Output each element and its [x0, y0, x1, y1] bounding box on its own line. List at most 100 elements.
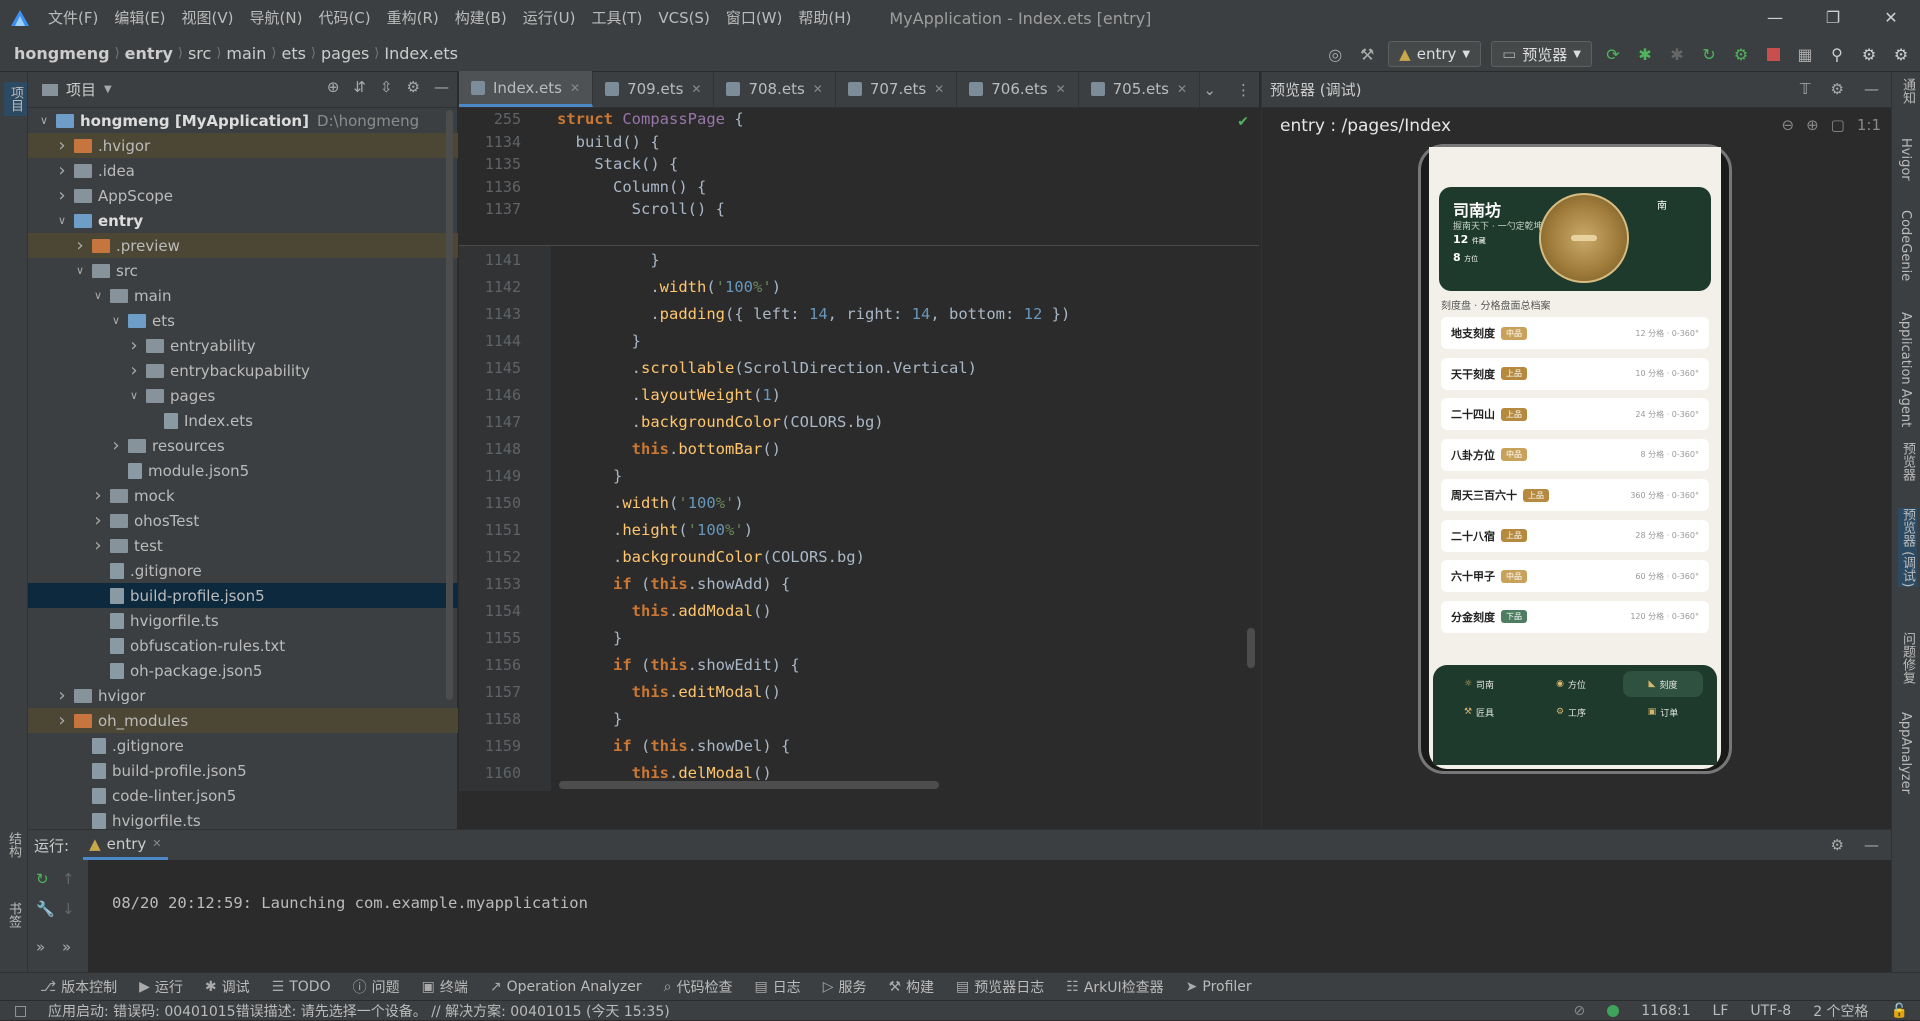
chevron-down-icon[interactable]: ∨: [108, 314, 124, 327]
bookmarks-tool-tab[interactable]: 书签: [4, 902, 23, 928]
bottom-tool-button[interactable]: ⓘ 问题: [353, 977, 400, 997]
dial-list-item[interactable]: 地支刻度 中品 12 分格 · 0-360°: [1441, 317, 1709, 349]
hide-panel-icon[interactable]: —: [1864, 836, 1879, 854]
dial-list-item[interactable]: 分金刻度 下品 120 分格 · 0-360°: [1441, 600, 1709, 633]
tree-item[interactable]: hvigorfile.ts: [28, 608, 458, 633]
tree-item[interactable]: › oh_modules: [28, 708, 458, 733]
code-line[interactable]: 1142 .width('100%'): [459, 273, 1259, 300]
tree-item[interactable]: ∨ hongmeng [MyApplication] D:\hongmeng: [28, 108, 458, 133]
settings-icon[interactable]: ⚙: [1831, 836, 1844, 854]
bottom-tool-button[interactable]: ↗ Operation Analyzer: [490, 979, 642, 995]
tree-item[interactable]: code-linter.json5: [28, 783, 458, 808]
code-line[interactable]: 1153 if (this.showAdd) {: [459, 570, 1259, 597]
chevron-down-icon[interactable]: ∨: [36, 114, 52, 127]
lock-icon[interactable]: 🔓: [1891, 1003, 1908, 1019]
bottom-tool-button[interactable]: ➤ Profiler: [1186, 979, 1252, 995]
code-line[interactable]: 1134 build() {: [459, 131, 1259, 154]
sticky-scroll-context[interactable]: 255 struct CompassPage {1134 build() {113…: [459, 108, 1259, 246]
tree-item[interactable]: › resources: [28, 433, 458, 458]
code-line[interactable]: 1147 .backgroundColor(COLORS.bg): [459, 408, 1259, 435]
issue-fix-tool-tab[interactable]: 问题修复: [1898, 632, 1917, 684]
bottom-nav-item[interactable]: ◣ 刻度: [1623, 671, 1703, 697]
bottom-tool-button[interactable]: ▤ 日志: [754, 977, 800, 997]
code-line[interactable]: 1135 Stack() {: [459, 153, 1259, 176]
dial-list-item[interactable]: 八卦方位 中品 8 分格 · 0-360°: [1441, 438, 1709, 471]
code-line[interactable]: 1137 Scroll() {: [459, 198, 1259, 221]
menu-item[interactable]: 帮助(H): [790, 0, 859, 36]
chevron-right-icon[interactable]: ›: [54, 685, 70, 706]
scroll-up-icon[interactable]: ↑: [62, 870, 75, 888]
editor-tab[interactable]: 708.ets ✕: [714, 71, 836, 107]
tree-item[interactable]: › .hvigor: [28, 133, 458, 158]
chevron-right-icon[interactable]: ›: [54, 710, 70, 731]
fit-screen-icon[interactable]: ▢: [1831, 116, 1845, 134]
run-config-tab[interactable]: ▲ entry ✕: [83, 830, 168, 860]
status-message[interactable]: 应用启动: 错误码: 00401015错误描述: 请先选择一个设备。 // 解决…: [0, 1001, 670, 1021]
breadcrumb-item[interactable]: ets: [281, 44, 305, 63]
editor-tab[interactable]: Index.ets ✕: [459, 71, 594, 107]
tree-item[interactable]: Index.ets: [28, 408, 458, 433]
debug-icon[interactable]: ✱: [1634, 43, 1656, 65]
breadcrumb-item[interactable]: main: [226, 44, 266, 63]
chevron-right-icon[interactable]: ›: [54, 160, 70, 181]
close-tab-icon[interactable]: ✕: [1177, 82, 1187, 96]
code-line[interactable]: 1149 }: [459, 462, 1259, 489]
hide-panel-icon[interactable]: —: [434, 78, 449, 96]
menu-item[interactable]: 编辑(E): [106, 0, 173, 36]
menu-item[interactable]: 工具(T): [583, 0, 650, 36]
chevron-down-icon[interactable]: ▼: [104, 84, 112, 95]
more-options-icon[interactable]: ⋮: [1236, 81, 1251, 99]
bottom-tool-button[interactable]: ⌕ 代码检查: [664, 977, 733, 997]
breadcrumb-item[interactable]: entry: [125, 44, 173, 63]
application-agent-tool-tab[interactable]: Application Agent: [1898, 312, 1913, 427]
zoom-out-icon[interactable]: ⊖: [1782, 116, 1795, 134]
file-encoding[interactable]: UTF-8: [1750, 1003, 1791, 1019]
codegenie-tool-tab[interactable]: CodeGenie: [1898, 210, 1913, 281]
bottom-tool-button[interactable]: ☷ ArkUI检查器: [1066, 977, 1163, 997]
tree-item[interactable]: ∨ entry: [28, 208, 458, 233]
tree-item[interactable]: ∨ main: [28, 283, 458, 308]
chevron-down-icon[interactable]: ∨: [72, 264, 88, 277]
module-select[interactable]: ▲ entry ▼: [1388, 41, 1482, 67]
bottom-tool-button[interactable]: ▷ 服务: [823, 977, 867, 997]
caret-position[interactable]: 1168:1: [1641, 1003, 1690, 1019]
notifications-tool-tab[interactable]: 通知: [1898, 78, 1917, 104]
tree-item[interactable]: › entryability: [28, 333, 458, 358]
close-tab-icon[interactable]: ✕: [152, 837, 161, 850]
chevron-right-icon[interactable]: ›: [54, 135, 70, 156]
bottom-tool-button[interactable]: ▶ 运行: [139, 977, 183, 997]
tree-item[interactable]: obfuscation-rules.txt: [28, 633, 458, 658]
tree-item[interactable]: oh-package.json5: [28, 658, 458, 683]
chevron-down-icon[interactable]: ∨: [126, 389, 142, 402]
code-line[interactable]: 1144 }: [459, 327, 1259, 354]
locate-icon[interactable]: ◎: [1324, 43, 1346, 65]
code-line[interactable]: 1152 .backgroundColor(COLORS.bg): [459, 543, 1259, 570]
code-line[interactable]: 1146 .layoutWeight(1): [459, 381, 1259, 408]
compass-dial-image[interactable]: [1539, 193, 1629, 283]
chevron-right-icon[interactable]: ›: [108, 435, 124, 456]
tree-item[interactable]: ∨ pages: [28, 383, 458, 408]
tree-item[interactable]: build-profile.json5: [28, 583, 458, 608]
tree-item[interactable]: › .preview: [28, 233, 458, 258]
project-structure-icon[interactable]: ▦: [1794, 43, 1816, 65]
code-line[interactable]: 1151 .height('100%'): [459, 516, 1259, 543]
bottom-tool-button[interactable]: ☰ TODO: [272, 979, 331, 995]
code-line[interactable]: 1157 this.editModal(): [459, 678, 1259, 705]
close-tab-icon[interactable]: ✕: [813, 82, 823, 96]
minimize-button[interactable]: —: [1746, 0, 1804, 36]
breadcrumb-item[interactable]: pages: [321, 44, 369, 63]
tree-item[interactable]: build-profile.json5: [28, 758, 458, 783]
editor-tab[interactable]: 705.ets ✕: [1079, 71, 1201, 107]
close-tab-icon[interactable]: ✕: [691, 82, 701, 96]
hide-panel-icon[interactable]: —: [1864, 80, 1879, 98]
collapse-all-icon[interactable]: ⇳: [380, 78, 393, 96]
menu-item[interactable]: 窗口(W): [718, 0, 791, 36]
menu-item[interactable]: 运行(U): [515, 0, 584, 36]
close-tab-icon[interactable]: ✕: [570, 81, 580, 95]
hvigor-tool-tab[interactable]: Hvigor: [1898, 138, 1913, 181]
device-screen[interactable]: 司南坊 握南天下 · 一勺定乾坤 12 件藏 8 方位 南 刻度盘 · 分格盘面…: [1429, 147, 1721, 769]
breadcrumb-item[interactable]: src: [188, 44, 211, 63]
code-line[interactable]: 1136 Column() {: [459, 176, 1259, 199]
chevron-down-icon[interactable]: ⌄: [1203, 81, 1216, 99]
code-line[interactable]: 255 struct CompassPage {: [459, 108, 1259, 131]
